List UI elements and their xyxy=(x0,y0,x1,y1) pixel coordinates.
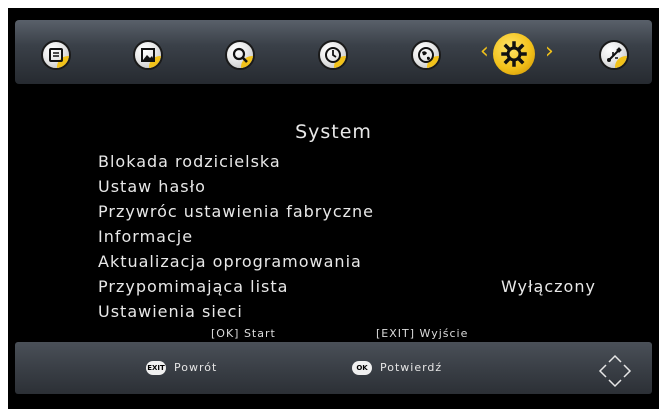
menu-item-reminder-list[interactable]: Przypomimająca lista xyxy=(98,277,288,296)
menu-item-parental-lock[interactable]: Blokada rodzicielska xyxy=(98,152,281,171)
menu-item-software-update[interactable]: Aktualizacja oprogramowania xyxy=(98,252,362,271)
exit-hint: [EXIT] Wyjście xyxy=(376,327,469,340)
top-menu-bar: ‹ › xyxy=(15,20,652,84)
tv-screen: ‹ › System Blokada rodzicielska Ustaw ha… xyxy=(8,8,659,409)
globe-icon[interactable] xyxy=(411,40,441,70)
ok-start-hint: [OK] Start xyxy=(211,327,276,340)
exit-button-icon: EXIT xyxy=(146,361,166,375)
ok-button-icon: OK xyxy=(352,361,372,375)
list-icon[interactable] xyxy=(41,40,71,70)
picture-icon[interactable] xyxy=(133,40,163,70)
chevron-left-icon[interactable]: ‹ xyxy=(480,40,489,64)
confirm-label: Potwierdź xyxy=(380,361,443,374)
clock-icon[interactable] xyxy=(318,40,348,70)
reminder-list-value[interactable]: Wyłączony xyxy=(501,277,596,296)
menu-item-network-settings[interactable]: Ustawienia sieci xyxy=(98,302,243,321)
bottom-bar: EXIT Powrót OK Potwierdź xyxy=(15,342,652,394)
chevron-right-icon[interactable]: › xyxy=(545,40,554,64)
menu-item-factory-reset[interactable]: Przywróc ustawienia fabryczne xyxy=(98,202,374,221)
page-title: System xyxy=(295,121,372,143)
settings-icon[interactable] xyxy=(493,33,535,75)
search-icon[interactable] xyxy=(225,40,255,70)
menu-item-set-password[interactable]: Ustaw hasło xyxy=(98,177,206,196)
back-label: Powrót xyxy=(174,361,218,374)
menu-item-information[interactable]: Informacje xyxy=(98,227,193,246)
navigation-arrows-icon xyxy=(598,354,632,388)
usb-icon[interactable] xyxy=(599,40,629,70)
